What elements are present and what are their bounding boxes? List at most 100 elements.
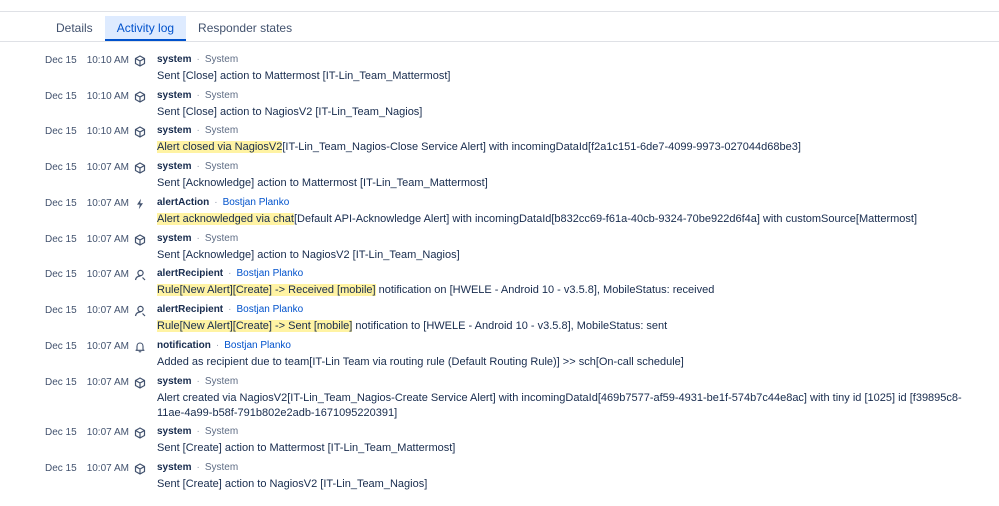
log-source: System [204,426,239,437]
log-message: Added as recipient due to team[IT-Lin Te… [157,355,987,370]
log-time: 10:07 AM [86,269,129,280]
separator-dot: · [196,90,200,101]
log-header: system · System [157,161,238,172]
log-actor-type: system [157,161,192,172]
log-message-text: notification on [HWELE - Android 10 - v3… [375,284,715,296]
log-time: 10:07 AM [86,234,129,245]
user-link[interactable]: Bostjan Planko [236,304,303,315]
log-header: notification · Bostjan Planko [157,340,291,351]
log-actor-type: system [157,90,192,101]
log-date: Dec 15 [45,427,77,438]
log-message: Alert closed via NagiosV2[IT-Lin_Team_Na… [157,140,987,155]
log-date: Dec 15 [45,91,77,102]
separator-dot: · [215,340,220,351]
log-header: system · System [157,54,238,65]
log-date: Dec 15 [45,269,77,280]
log-date: Dec 15 [45,463,77,474]
log-date: Dec 15 [45,55,77,66]
log-message-text: [IT-Lin_Team_Nagios-Close Service Alert]… [282,141,801,153]
cube-icon [134,91,146,103]
log-header: alertAction · Bostjan Planko [157,197,289,208]
log-source: System [204,233,239,244]
separator-dot: · [228,304,232,315]
log-message: Sent [Close] action to Mattermost [IT-Li… [157,69,987,84]
log-actor-type: system [157,233,192,244]
log-message: Alert created via NagiosV2[IT-Lin_Team_N… [157,391,987,421]
log-date: Dec 15 [45,234,77,245]
log-source: System [204,54,239,65]
user-link[interactable]: Bostjan Planko [236,268,303,279]
separator-dot: · [196,376,200,387]
log-time: 10:07 AM [86,341,129,352]
log-message-text: [Default API-Acknowledge Alert] with inc… [293,213,918,225]
log-timestamp: Dec 15 10:07 AM [45,305,129,316]
highlighted-text: Alert acknowledged via chat [157,213,294,225]
separator-dot: · [196,125,200,136]
cube-icon [134,377,146,389]
log-message: Rule[New Alert][Create] -> Received [mob… [157,283,987,298]
log-message: Sent [Create] action to Mattermost [IT-L… [157,441,987,456]
highlighted-text: Alert closed via NagiosV2 [157,141,283,153]
log-header: system · System [157,376,238,387]
log-message-text: notification to [HWELE - Android 10 - v3… [352,320,668,332]
person-icon [134,305,146,317]
lightning-icon [134,198,146,210]
cube-icon [134,427,146,439]
log-time: 10:07 AM [86,463,129,474]
tab-activity-log[interactable]: Activity log [104,16,187,41]
separator-dot: · [196,54,200,65]
tab-details[interactable]: Details [44,16,105,41]
log-time: 10:10 AM [86,91,129,102]
log-message-text: Sent [Create] action to Mattermost [IT-L… [157,442,456,454]
log-timestamp: Dec 15 10:07 AM [45,234,129,245]
log-time: 10:10 AM [86,126,129,137]
log-time: 10:07 AM [86,198,129,209]
log-date: Dec 15 [45,198,77,209]
log-timestamp: Dec 15 10:07 AM [45,463,129,474]
log-source: System [204,161,239,172]
log-timestamp: Dec 15 10:10 AM [45,126,129,137]
log-time: 10:07 AM [86,162,129,173]
log-header: alertRecipient · Bostjan Planko [157,268,303,279]
bell-icon [134,341,146,353]
tab-divider [0,41,999,42]
log-message: Rule[New Alert][Create] -> Sent [mobile]… [157,319,987,334]
log-source: System [204,376,239,387]
separator-dot: · [196,426,200,437]
log-time: 10:07 AM [86,427,129,438]
log-message: Sent [Create] action to NagiosV2 [IT-Lin… [157,477,987,492]
cube-icon [134,162,146,174]
log-actor-type: notification [157,340,211,351]
log-header: system · System [157,462,238,473]
log-header: system · System [157,90,238,101]
user-link[interactable]: Bostjan Planko [223,197,290,208]
log-time: 10:07 AM [86,305,129,316]
log-date: Dec 15 [45,126,77,137]
separator-dot: · [196,233,200,244]
separator-dot: · [196,161,200,172]
log-header: system · System [157,426,238,437]
log-timestamp: Dec 15 10:07 AM [45,377,129,388]
log-timestamp: Dec 15 10:07 AM [45,341,129,352]
log-date: Dec 15 [45,341,77,352]
log-actor-type: alertRecipient [157,268,224,279]
cube-icon [134,55,146,67]
log-message: Sent [Close] action to NagiosV2 [IT-Lin_… [157,105,987,120]
separator-dot: · [214,197,218,208]
log-actor-type: system [157,462,192,473]
log-timestamp: Dec 15 10:07 AM [45,269,129,280]
log-source: System [204,125,239,136]
log-timestamp: Dec 15 10:10 AM [45,91,129,102]
log-source: System [204,90,239,101]
log-date: Dec 15 [45,377,77,388]
tab-responder-states[interactable]: Responder states [186,16,304,41]
separator-dot: · [196,462,200,473]
log-message-text: Sent [Close] action to Mattermost [IT-Li… [157,70,451,82]
log-timestamp: Dec 15 10:07 AM [45,427,129,438]
log-timestamp: Dec 15 10:07 AM [45,162,129,173]
log-actor-type: alertRecipient [157,304,224,315]
log-date: Dec 15 [45,162,77,173]
cube-icon [134,463,146,475]
user-link[interactable]: Bostjan Planko [224,340,291,351]
log-actor-type: system [157,376,192,387]
